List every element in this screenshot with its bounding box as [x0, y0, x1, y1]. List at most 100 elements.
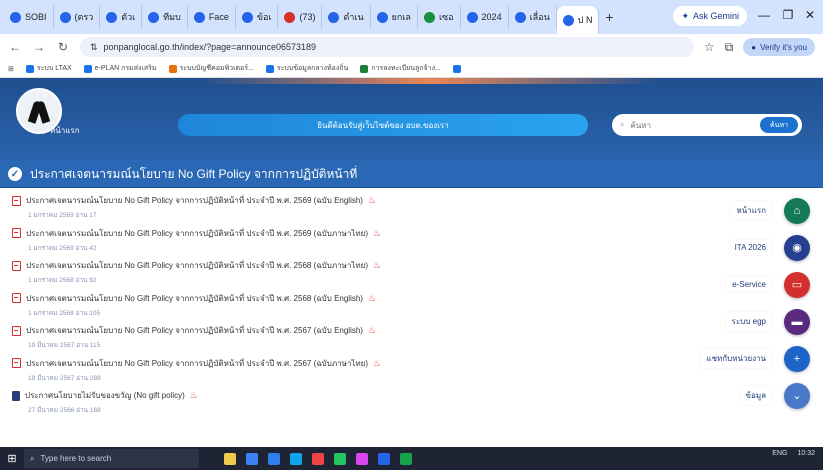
announcement-link[interactable]: ประกาศเจตนารมณ์นโยบาย No Gift Policy จาก…: [12, 259, 532, 272]
compass-icon[interactable]: ◉: [784, 234, 810, 261]
search-icon: ⌕: [620, 120, 625, 129]
home-icon[interactable]: ⌂: [784, 197, 810, 224]
site-search: ⌕ ค้นหา: [612, 114, 802, 136]
new-flame-icon: ♨: [373, 260, 382, 270]
app-glyph: [400, 452, 412, 465]
url-field[interactable]: ⇅ ponpanglocal.go.th/index/?page=announc…: [80, 37, 694, 57]
browser-tab[interactable]: 2024: [461, 5, 509, 29]
language-indicator[interactable]: ENG: [772, 450, 787, 457]
side-menu-item[interactable]: e-Service ▭: [680, 266, 820, 303]
app-glyph: [224, 452, 236, 465]
home-link[interactable]: หน้าแรก: [50, 124, 80, 137]
side-menu-label: ระบบ egp: [725, 312, 772, 331]
tab-label: ตัวเ: [121, 12, 136, 22]
apps-grid-icon[interactable]: ⊞: [8, 65, 14, 73]
extensions-icon[interactable]: ⧉: [725, 40, 734, 55]
app-glyph: [334, 452, 346, 465]
bookmark-item[interactable]: e-PLAN กรมส่งเสริม: [83, 63, 157, 74]
taskbar-app-icon[interactable]: [241, 449, 263, 468]
browser-tab[interactable]: ดำเน: [322, 5, 371, 29]
announcement-link[interactable]: ประกาศเจตนารมณ์นโยบาย No Gift Policy จาก…: [12, 324, 532, 337]
taskbar-app-icon[interactable]: [329, 449, 351, 468]
windows-start-icon[interactable]: ⊞: [0, 452, 24, 465]
announcement-link[interactable]: ประกาศเจตนารมณ์นโยบาย No Gift Policy จาก…: [12, 194, 532, 207]
bookmark-list: ระบบ LTAX e-PLAN กรมส่งเสริม ระบบบัญชีคอมพ…: [25, 63, 464, 74]
announcement-link[interactable]: ประกาศเจตนารมณ์นโยบาย No Gift Policy จาก…: [12, 292, 532, 305]
clock[interactable]: 10:32: [797, 450, 815, 457]
tab-label: SOBI: [25, 12, 47, 22]
bookmark-label: ระบบบัญชีคอมพิวเตอร์...: [179, 65, 254, 72]
browser-tab[interactable]: ทีมบ: [142, 5, 188, 29]
new-flame-icon: ♨: [367, 292, 377, 303]
browser-tab[interactable]: (73): [278, 5, 323, 29]
browser-tab[interactable]: Face: [188, 5, 236, 29]
announcement-link[interactable]: ประกาศเจตนารมณ์นโยบาย No Gift Policy จาก…: [12, 357, 532, 370]
browser-tab[interactable]: SOBI: [4, 5, 54, 29]
browser-tab[interactable]: (ตรว: [54, 5, 101, 29]
url-text: ponpanglocal.go.th/index/?page=announce0…: [103, 42, 316, 52]
new-flame-icon: ♨: [367, 195, 377, 205]
list-item: ประกาศเจตนารมณ์นโยบาย No Gift Policy จาก…: [12, 292, 532, 325]
browser-tab[interactable]: ข้อเ: [236, 5, 279, 29]
taskbar-search[interactable]: ⌕ Type here to search: [24, 449, 199, 468]
screen: SOBI (ตรว ตัวเ ทีมบ Face ข้อเ (73) ดำเน ยกเล เซอ 2…: [0, 0, 823, 470]
taskbar-app-icon[interactable]: [307, 449, 329, 468]
tab-label: ยกเล: [391, 12, 411, 22]
bookmark-item[interactable]: ระบบ LTAX: [25, 63, 72, 74]
tab-label: (73): [299, 12, 316, 22]
new-tab-button[interactable]: +: [599, 9, 619, 25]
profile-button[interactable]: ● Verify it's you: [743, 38, 815, 56]
taskbar-app-icon[interactable]: [285, 449, 307, 468]
monitor-icon[interactable]: ▭: [784, 271, 810, 298]
forward-icon[interactable]: →: [32, 40, 46, 54]
bookmark-item[interactable]: ระบบข้อมูลกลางท้องถิ่น: [265, 63, 348, 74]
taskbar-search-placeholder: Type here to search: [40, 454, 112, 463]
side-menu-label: ITA 2026: [728, 240, 772, 255]
pdf-file-icon: [12, 358, 21, 368]
minimize-icon[interactable]: —: [753, 8, 775, 22]
browser-tab[interactable]: ยกเล: [371, 5, 418, 29]
tab-label: 2024: [481, 12, 502, 22]
bookmark-item[interactable]: การลงทะเบียนลูกจ้าง...: [360, 63, 441, 74]
tab-favicon-icon: [241, 11, 253, 23]
plus-icon[interactable]: +: [784, 345, 810, 372]
announcement-list: ประกาศเจตนารมณ์นโยบาย No Gift Policy จาก…: [12, 194, 532, 422]
taskbar-app-icon[interactable]: [395, 449, 417, 468]
taskbar-app-icon[interactable]: [219, 449, 241, 468]
side-menu-item[interactable]: ITA 2026 ◉: [680, 229, 820, 266]
bookmark-favicon-icon: [83, 64, 92, 73]
side-menu-item[interactable]: หน้าแรก ⌂: [680, 192, 820, 229]
close-icon[interactable]: ✕: [799, 8, 821, 22]
taskbar-app-icon[interactable]: [351, 449, 373, 468]
search-input[interactable]: [630, 120, 754, 130]
bookmark-star-icon[interactable]: ☆: [704, 40, 715, 54]
search-button[interactable]: ค้นหา: [759, 117, 798, 133]
chevron-down-icon[interactable]: ⌄: [784, 382, 810, 409]
announcement-title: ประกาศเจตนารมณ์นโยบาย No Gift Policy จาก…: [26, 228, 369, 238]
chat-icon[interactable]: ▬: [784, 308, 810, 335]
taskbar-app-icon[interactable]: [373, 449, 395, 468]
address-bar: ← → ↻ ⇅ ponpanglocal.go.th/index/?page=a…: [0, 34, 823, 60]
site-info-icon[interactable]: ⇅: [90, 42, 98, 53]
browser-tab[interactable]: เลื่อน: [509, 5, 557, 29]
list-item: ประกาศเจตนารมณ์นโยบาย No Gift Policy จาก…: [12, 324, 532, 357]
ask-gemini-button[interactable]: ✦ Ask Gemini: [673, 6, 747, 26]
bookmark-item[interactable]: ระบบบัญชีคอมพิวเตอร์...: [168, 63, 254, 74]
bookmark-item[interactable]: [452, 63, 464, 74]
announcement-link[interactable]: ประกาศเจตนารมณ์นโยบาย No Gift Policy จาก…: [12, 227, 532, 240]
back-icon[interactable]: ←: [8, 40, 22, 54]
browser-tab[interactable]: ป N: [556, 6, 600, 34]
browser-tab[interactable]: ตัวเ: [100, 5, 143, 29]
side-menu-item[interactable]: ข้อมูล ⌄: [680, 377, 820, 414]
bookmark-favicon-icon: [168, 64, 177, 73]
side-menu-item[interactable]: แชทกับหน่วยงาน +: [680, 340, 820, 377]
side-menu-item[interactable]: ระบบ egp ▬: [680, 303, 820, 340]
taskbar-app-icon[interactable]: [263, 449, 285, 468]
announcement-link[interactable]: ประกาศนโยบายไม่รับของขวัญ (No gift polic…: [12, 389, 532, 402]
browser-tab[interactable]: เซอ: [418, 5, 461, 29]
maximize-icon[interactable]: ❐: [777, 8, 799, 22]
new-flame-icon: ♨: [373, 227, 382, 238]
tab-list: SOBI (ตรว ตัวเ ทีมบ Face ข้อเ (73) ดำเน ยกเล เซอ 2…: [4, 0, 600, 34]
profile-label: Verify it's you: [760, 42, 807, 52]
reload-icon[interactable]: ↻: [56, 40, 70, 54]
